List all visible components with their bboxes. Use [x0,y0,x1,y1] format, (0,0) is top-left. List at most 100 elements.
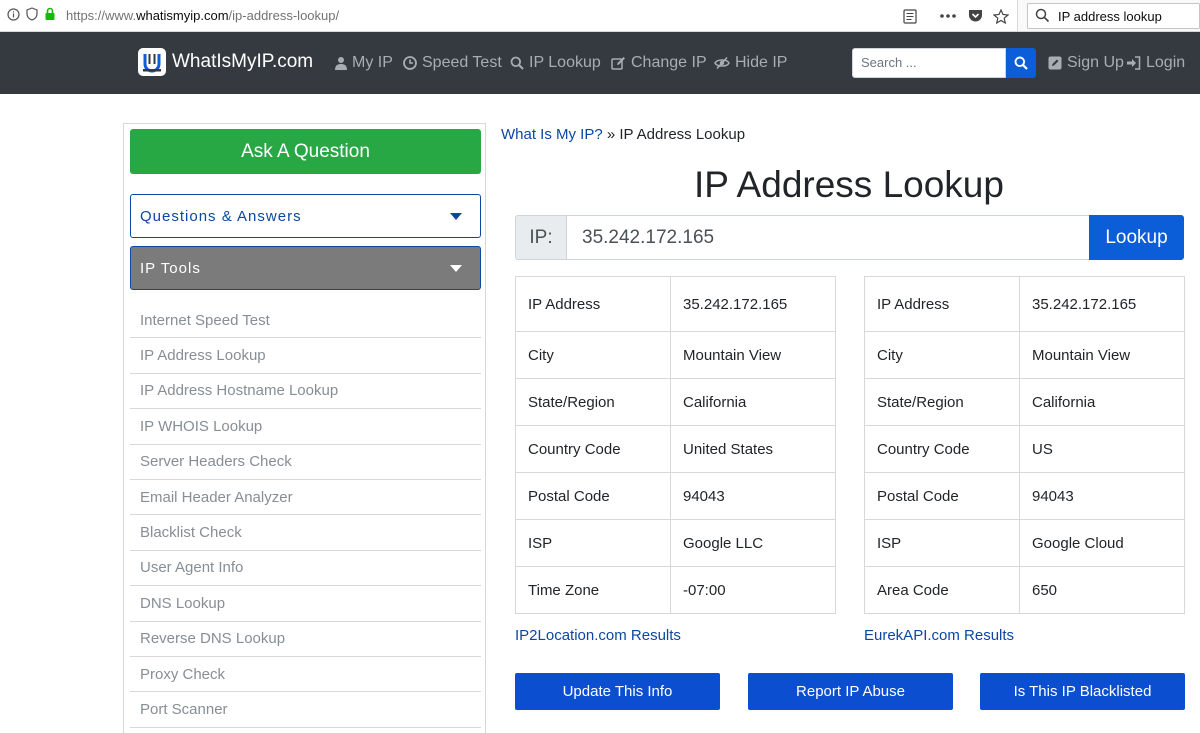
questions-answers-dropdown[interactable]: Questions & Answers [130,194,481,238]
logo-icon [138,48,166,76]
ip2location-results-table: IP Address 35.242.172.165 City Mountain Vi… [515,276,836,614]
table-value: Mountain View [1019,331,1185,379]
search-icon [1014,56,1028,70]
nav-login-label: Login [1146,54,1186,71]
nav-ip-lookup[interactable]: IP Lookup [510,54,601,72]
pocket-icon[interactable] [965,6,985,26]
report-abuse-button[interactable]: Report IP Abuse [748,673,953,710]
tool-link-blacklist-check[interactable]: Blacklist Check [130,515,481,551]
site-logo[interactable]: WhatIsMyIP.com [138,48,313,76]
nav-sign-up-label: Sign Up [1067,54,1124,71]
questions-answers-label: Questions & Answers [140,207,302,225]
table-value: 94043 [670,472,836,520]
url-bar[interactable]: https://www.whatismyip.com/ip-address-lo… [0,0,1018,31]
nav-login[interactable]: Login [1127,54,1185,72]
tool-link-email-header[interactable]: Email Header Analyzer [130,480,481,516]
sign-in-icon [1127,56,1141,70]
tool-link-user-agent[interactable]: User Agent Info [130,551,481,587]
bookmark-star-icon[interactable] [991,6,1011,26]
table-row: Area Code 650 [864,566,1185,614]
nav-sign-up[interactable]: Sign Up [1048,54,1124,72]
caret-down-icon [450,212,462,220]
table-row: State/Region California [864,378,1185,426]
table-value: 94043 [1019,472,1185,520]
ip-tools-dropdown[interactable]: IP Tools [130,246,481,290]
table-key: Time Zone [515,566,671,614]
lookup-button[interactable]: Lookup [1089,215,1184,260]
table-value: California [670,378,836,426]
tool-link-ip-lookup[interactable]: IP Address Lookup [130,338,481,374]
table-row: Time Zone -07:00 [515,566,836,614]
nav-change-ip-label: Change IP [631,54,707,71]
browser-search-value: IP address lookup [1058,9,1162,24]
ask-question-button[interactable]: Ask A Question [130,129,481,174]
table-row: ISP Google LLC [515,519,836,567]
table-key: City [864,331,1020,379]
table-value: 35.242.172.165 [670,276,836,332]
table-value: 650 [1019,566,1185,614]
ip-tools-list: Internet Speed Test IP Address Lookup IP… [130,303,481,728]
search-icon [1035,8,1050,28]
breadcrumb-home-link[interactable]: What Is My IP? [501,126,603,143]
ip-address-input[interactable]: 35.242.172.165 [566,215,1090,260]
nav-change-ip[interactable]: Change IP [611,54,707,72]
more-actions-icon[interactable] [938,6,958,26]
table-row: IP Address 35.242.172.165 [864,276,1185,332]
nav-speed-test-label: Speed Test [422,54,502,71]
lock-icon[interactable] [43,7,57,21]
tool-link-port-scanner[interactable]: Port Scanner [130,692,481,728]
edit-icon [611,57,625,70]
breadcrumb-separator: » [602,126,620,143]
tool-link-speed-test[interactable]: Internet Speed Test [130,303,481,339]
table-row: ISP Google Cloud [864,519,1185,567]
site-search-button[interactable] [1006,48,1036,78]
eurekapi-results-link[interactable]: EurekAPI.com Results [864,627,1014,644]
clock-icon [403,56,417,70]
caret-down-icon [450,264,462,272]
blacklist-check-button[interactable]: Is This IP Blacklisted [980,673,1185,710]
nav-my-ip-label: My IP [352,54,393,71]
nav-speed-test[interactable]: Speed Test [403,54,502,72]
logo-text: WhatIsMyIP.com [172,51,314,72]
site-navbar: WhatIsMyIP.com My IP Speed Test IP Looku… [0,32,1200,94]
nav-hide-ip[interactable]: Hide IP [714,54,787,72]
ip-tools-label: IP Tools [140,259,201,277]
tracking-shield-icon[interactable] [25,7,39,21]
tool-link-proxy-check[interactable]: Proxy Check [130,657,481,693]
table-row: Country Code United States [515,425,836,473]
eurekapi-results-table: IP Address 35.242.172.165 City Mountain Vi… [864,276,1185,614]
table-key: Country Code [515,425,671,473]
table-key: ISP [864,519,1020,567]
info-icon[interactable] [6,7,20,21]
table-value: US [1019,425,1185,473]
eye-slash-icon [714,56,730,70]
table-key: IP Address [515,276,671,332]
tool-link-whois-lookup[interactable]: IP WHOIS Lookup [130,409,481,445]
table-key: IP Address [864,276,1020,332]
table-value: Google Cloud [1019,519,1185,567]
sidebar: Ask A Question Questions & Answers IP To… [123,123,486,733]
table-value: 35.242.172.165 [1019,276,1185,332]
update-info-button[interactable]: Update This Info [515,673,720,710]
ip-prefix-label: IP: [515,215,567,260]
url-path: /ip-address-lookup/ [228,8,340,23]
site-search-input[interactable]: Search ... [852,48,1006,78]
table-key: Postal Code [515,472,671,520]
search-icon [510,56,524,70]
url-domain: whatismyip.com [136,8,229,23]
tool-link-server-headers[interactable]: Server Headers Check [130,445,481,480]
tool-link-reverse-dns[interactable]: Reverse DNS Lookup [130,622,481,657]
reader-view-icon[interactable] [900,6,920,26]
table-row: State/Region California [515,378,836,426]
tool-link-hostname-lookup[interactable]: IP Address Hostname Lookup [130,374,481,410]
browser-search-field[interactable]: IP address lookup [1027,3,1200,29]
tool-link-dns-lookup[interactable]: DNS Lookup [130,586,481,622]
nav-hide-ip-label: Hide IP [735,54,788,71]
table-value: California [1019,378,1185,426]
url-text[interactable]: https://www.whatismyip.com/ip-address-lo… [66,8,339,23]
nav-my-ip[interactable]: My IP [335,54,393,72]
page-title: IP Address Lookup [694,164,1004,205]
browser-toolbar: https://www.whatismyip.com/ip-address-lo… [0,0,1200,32]
table-row: Postal Code 94043 [864,472,1185,520]
ip2location-results-link[interactable]: IP2Location.com Results [515,627,681,644]
